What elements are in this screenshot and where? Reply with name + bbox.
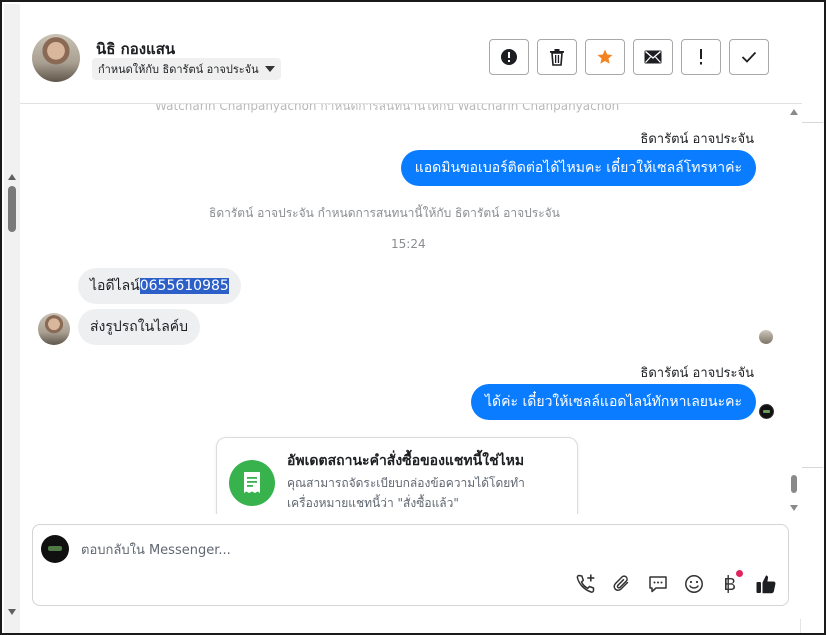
phone-add-icon <box>576 574 595 593</box>
receipt-icon-badge <box>229 460 275 506</box>
scroll-thumb[interactable] <box>8 186 16 232</box>
check-icon <box>741 51 757 63</box>
divider <box>801 122 823 123</box>
chat-panel: นิธิ กองแสน กำหนดให้กับ ธิดารัตน์ อาจประ… <box>20 4 802 619</box>
saved-replies-button[interactable] <box>647 573 669 595</box>
sender-label: ธิดารัตน์ อาจประจัน <box>640 366 754 381</box>
star-icon <box>597 49 613 64</box>
receipt-icon <box>244 472 260 493</box>
sender-label: ธิดารัตน์ อาจประจัน <box>640 132 754 147</box>
incoming-message[interactable]: ส่งรูปรถในไลค์บ <box>78 309 201 345</box>
time-stamp: 15:24 <box>391 237 426 251</box>
mark-unread-button[interactable] <box>633 39 673 75</box>
delete-button[interactable] <box>537 39 577 75</box>
system-message: ธิดารัตน์ อาจประจัน กำหนดการสนทนานี้ให้ก… <box>209 206 560 220</box>
caret-down-icon <box>264 66 275 72</box>
call-button[interactable] <box>575 573 597 595</box>
right-side-panel <box>800 4 823 633</box>
mark-done-button[interactable] <box>729 39 769 75</box>
paperclip-icon <box>613 575 629 592</box>
outgoing-message[interactable]: ได้ค่ะ เดี๋ยวให้เซลล์แอดไลน์ทักหาเลยนะคะ <box>471 384 756 420</box>
scroll-down-arrow[interactable] <box>8 609 16 615</box>
scroll-down-arrow[interactable] <box>790 505 798 511</box>
chat-bubble-icon <box>649 576 667 593</box>
system-message: Watcharin Chanpanyachon กำหนดการสนทนานี้… <box>155 104 620 113</box>
message-list[interactable]: Watcharin Chanpanyachon กำหนดการสนทนานี้… <box>20 104 802 514</box>
like-button[interactable] <box>755 573 777 595</box>
incoming-message[interactable]: ไอดีไลน์0655610985 <box>78 268 241 304</box>
composer-toolbar <box>575 570 777 595</box>
seen-indicator-avatar <box>759 330 773 344</box>
message-list-scrollbar[interactable] <box>786 104 802 514</box>
attach-button[interactable] <box>611 573 633 595</box>
baht-icon <box>725 575 735 593</box>
scroll-thumb[interactable] <box>791 475 797 493</box>
page-avatar-small <box>759 404 774 419</box>
envelope-icon <box>644 50 662 64</box>
message-text: ไอดีไลน์ <box>90 278 140 294</box>
alert-circle-icon <box>501 49 517 65</box>
card-body: คุณสามารถจัดระเบียบกล่องข้อความได้โดยทำเ… <box>287 476 525 510</box>
reply-input[interactable] <box>81 539 681 561</box>
reply-composer <box>32 524 789 606</box>
divider <box>801 467 823 468</box>
page-avatar <box>41 535 69 563</box>
thumbs-up-icon <box>756 575 776 594</box>
emoji-button[interactable] <box>683 573 705 595</box>
notification-dot <box>736 570 743 577</box>
contact-avatar[interactable] <box>32 34 80 82</box>
scroll-up-arrow[interactable] <box>790 109 798 115</box>
outgoing-message[interactable]: แอดมินขอเบอร์ติดต่อได้ไหมคะ เดี๋ยวให้เซล… <box>400 150 756 186</box>
outer-scrollbar[interactable] <box>4 4 20 633</box>
mark-spam-button[interactable] <box>489 39 529 75</box>
trash-icon <box>550 49 564 66</box>
assign-dropdown-label: กำหนดให้กับ ธิดารัตน์ อาจประจัน <box>98 63 259 76</box>
follow-up-button[interactable] <box>681 39 721 75</box>
star-button[interactable] <box>585 39 625 75</box>
contact-avatar-small[interactable] <box>38 313 70 345</box>
assign-dropdown[interactable]: กำหนดให้กับ ธิดารัตน์ อาจประจัน <box>92 58 281 80</box>
smiley-icon <box>685 575 703 593</box>
chat-header: นิธิ กองแสน กำหนดให้กับ ธิดารัตน์ อาจประ… <box>20 4 802 104</box>
selected-phone-number[interactable]: 0655610985 <box>139 278 229 294</box>
payment-button[interactable] <box>719 570 743 595</box>
card-title: อัพเดตสถานะคำสั่งซื้อของแชทนี้ใช่ไหม <box>287 453 525 469</box>
scroll-up-arrow[interactable] <box>8 174 16 180</box>
app-window: นิธิ กองแสน กำหนดให้กับ ธิดารัตน์ อาจประ… <box>0 0 826 635</box>
order-status-card[interactable]: อัพเดตสถานะคำสั่งซื้อของแชทนี้ใช่ไหม คุณ… <box>216 437 578 514</box>
exclamation-icon <box>700 49 702 65</box>
header-actions <box>489 39 769 75</box>
